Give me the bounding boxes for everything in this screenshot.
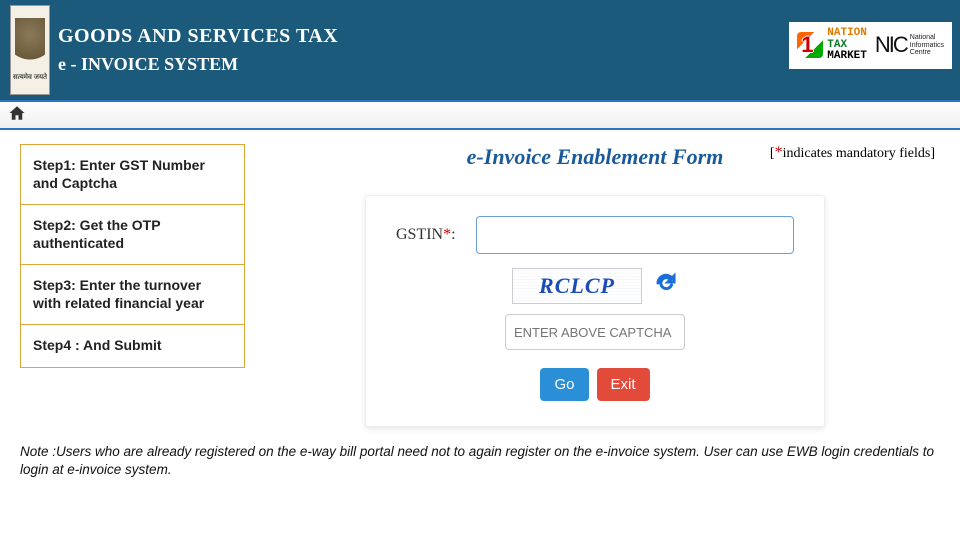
ntm-text: NATION TAX MARKET [827, 28, 867, 63]
step-item-1: Step1: Enter GST Number and Captcha [21, 145, 244, 205]
partner-logos: 1 NATION TAX MARKET NIC National Informa… [789, 22, 952, 69]
main-content: Step1: Enter GST Number and Captcha Step… [0, 130, 960, 427]
ntm-flag-icon: 1 [797, 32, 823, 58]
national-emblem: सत्यमेव जयते [10, 5, 50, 95]
note-label: Note : [20, 444, 56, 459]
captcha-image: RCLCP [512, 268, 642, 304]
emblem-graphic [15, 18, 45, 73]
app-header: सत्यमेव जयते GOODS AND SERVICES TAX e - … [0, 0, 960, 100]
step-item-4: Step4 : And Submit [21, 325, 244, 367]
step-item-3: Step3: Enter the turnover with related f… [21, 265, 244, 325]
step-item-2: Step2: Get the OTP authenticated [21, 205, 244, 265]
header-title-line2: e - INVOICE SYSTEM [58, 54, 338, 75]
exit-button[interactable]: Exit [597, 368, 650, 401]
header-titles: GOODS AND SERVICES TAX e - INVOICE SYSTE… [58, 25, 338, 75]
captcha-row: RCLCP [396, 268, 794, 304]
gstin-label: GSTIN*: [396, 226, 476, 244]
form-buttons: Go Exit [396, 368, 794, 401]
nic-mark: NIC [875, 32, 907, 58]
enablement-form-card: GSTIN*: RCLCP Go Exit [365, 195, 825, 427]
footer-note: Note :Users who are already registered o… [0, 427, 960, 487]
captcha-input[interactable] [505, 314, 685, 350]
emblem-motto: सत्यमेव जयते [13, 73, 47, 82]
header-title-line1: GOODS AND SERVICES TAX [58, 25, 338, 48]
gstin-row: GSTIN*: [396, 216, 794, 254]
note-text: Users who are already registered on the … [20, 444, 934, 477]
nic-text: National Informatics Centre [910, 34, 944, 56]
home-icon[interactable] [8, 104, 26, 127]
steps-panel: Step1: Enter GST Number and Captcha Step… [20, 144, 245, 368]
ntm-line2: TAX [827, 39, 847, 51]
one-nation-tax-market-logo: 1 NATION TAX MARKET [797, 28, 867, 63]
ntm-line3: MARKET [827, 50, 867, 62]
nic-logo: NIC National Informatics Centre [875, 32, 944, 58]
ntm-line1: NATION [827, 27, 867, 39]
gstin-input[interactable] [476, 216, 794, 254]
mandatory-fields-note: [*indicates mandatory fields] [770, 144, 935, 162]
form-area: e-Invoice Enablement Form [*indicates ma… [245, 144, 925, 427]
refresh-captcha-icon[interactable] [654, 271, 678, 302]
navbar [0, 100, 960, 130]
go-button[interactable]: Go [540, 368, 588, 401]
